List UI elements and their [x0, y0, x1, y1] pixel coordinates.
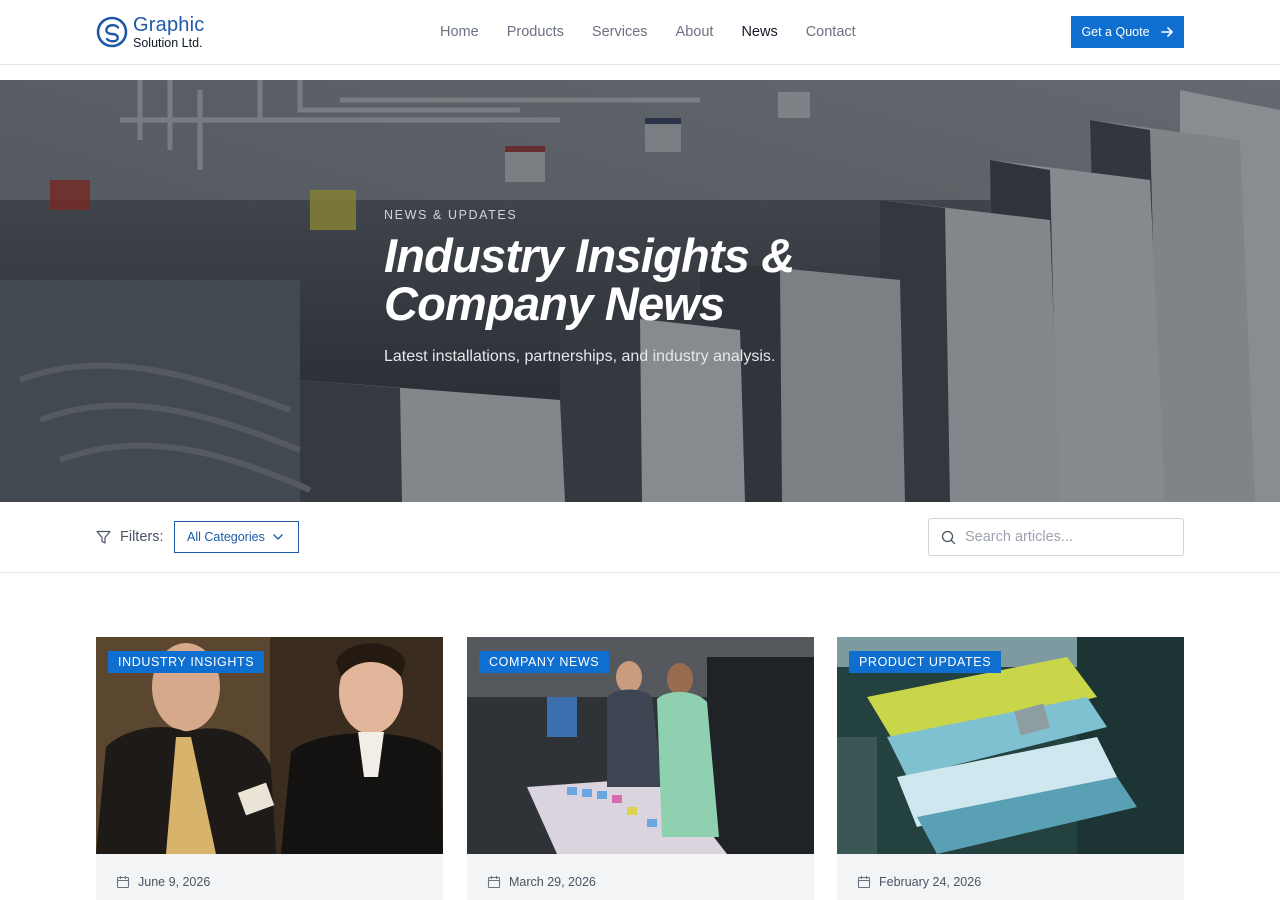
article-grid: INDUSTRY INSIGHTS June 9, 2026 COMPANY N…	[96, 637, 1184, 900]
chevron-down-icon	[273, 534, 283, 540]
article-date: February 24, 2026	[857, 875, 981, 889]
article-card[interactable]: PRODUCT UPDATES February 24, 2026	[837, 637, 1184, 900]
nav-services[interactable]: Services	[592, 22, 648, 42]
article-date-text: February 24, 2026	[879, 875, 982, 889]
article-card[interactable]: COMPANY NEWS March 29, 2026	[467, 637, 814, 900]
category-badge: COMPANY NEWS	[479, 651, 610, 673]
nav-about[interactable]: About	[676, 22, 714, 42]
article-date: June 9, 2026	[116, 875, 210, 889]
hero-eyebrow: NEWS & UPDATES	[384, 208, 518, 222]
nav-home[interactable]: Home	[440, 22, 479, 42]
main-nav: Home Products Services About News Contac…	[440, 22, 856, 42]
brand-name-line2: Solution Ltd.	[133, 35, 203, 50]
calendar-icon	[857, 876, 871, 889]
article-date-text: June 9, 2026	[138, 875, 211, 889]
brand-name-line1: Graphic	[133, 13, 205, 36]
category-badge: PRODUCT UPDATES	[849, 651, 1002, 673]
hero-title: Industry Insights & Company News	[384, 232, 904, 328]
search-input[interactable]	[965, 519, 1175, 555]
get-a-quote-label: Get a Quote	[1081, 25, 1150, 39]
filter-icon	[96, 530, 111, 544]
category-select[interactable]: All Categories	[174, 521, 299, 553]
calendar-icon	[487, 876, 501, 889]
nav-products[interactable]: Products	[507, 22, 564, 42]
nav-contact[interactable]: Contact	[806, 22, 856, 42]
article-date-text: March 29, 2026	[509, 875, 596, 889]
filter-bar: Filters: All Categories	[0, 502, 1280, 573]
article-card[interactable]: INDUSTRY INSIGHTS June 9, 2026	[96, 637, 443, 900]
hero-title-line1: Industry Insights &	[384, 229, 795, 282]
hero-content: NEWS & UPDATES Industry Insights & Compa…	[384, 208, 904, 366]
logo-mark-icon	[96, 16, 128, 48]
article-date: March 29, 2026	[487, 875, 596, 889]
search-box	[928, 518, 1184, 556]
hero-subtitle: Latest installations, partnerships, and …	[384, 348, 776, 365]
calendar-icon	[116, 876, 130, 889]
hero-banner: NEWS & UPDATES Industry Insights & Compa…	[0, 80, 1280, 502]
category-select-value: All Categories	[187, 530, 265, 544]
get-a-quote-button[interactable]: Get a Quote	[1071, 16, 1184, 48]
hero-title-line2: Company News	[384, 277, 725, 330]
nav-news[interactable]: News	[741, 22, 777, 42]
arrow-right-icon	[1160, 27, 1173, 37]
search-icon	[941, 530, 956, 545]
category-badge: INDUSTRY INSIGHTS	[108, 651, 265, 673]
brand-name: Graphic Solution Ltd.	[133, 15, 204, 50]
filters-label: Filters:	[120, 529, 164, 545]
brand-logo[interactable]: Graphic Solution Ltd.	[96, 14, 204, 50]
site-header: Graphic Solution Ltd. Home Products Serv…	[0, 0, 1280, 65]
